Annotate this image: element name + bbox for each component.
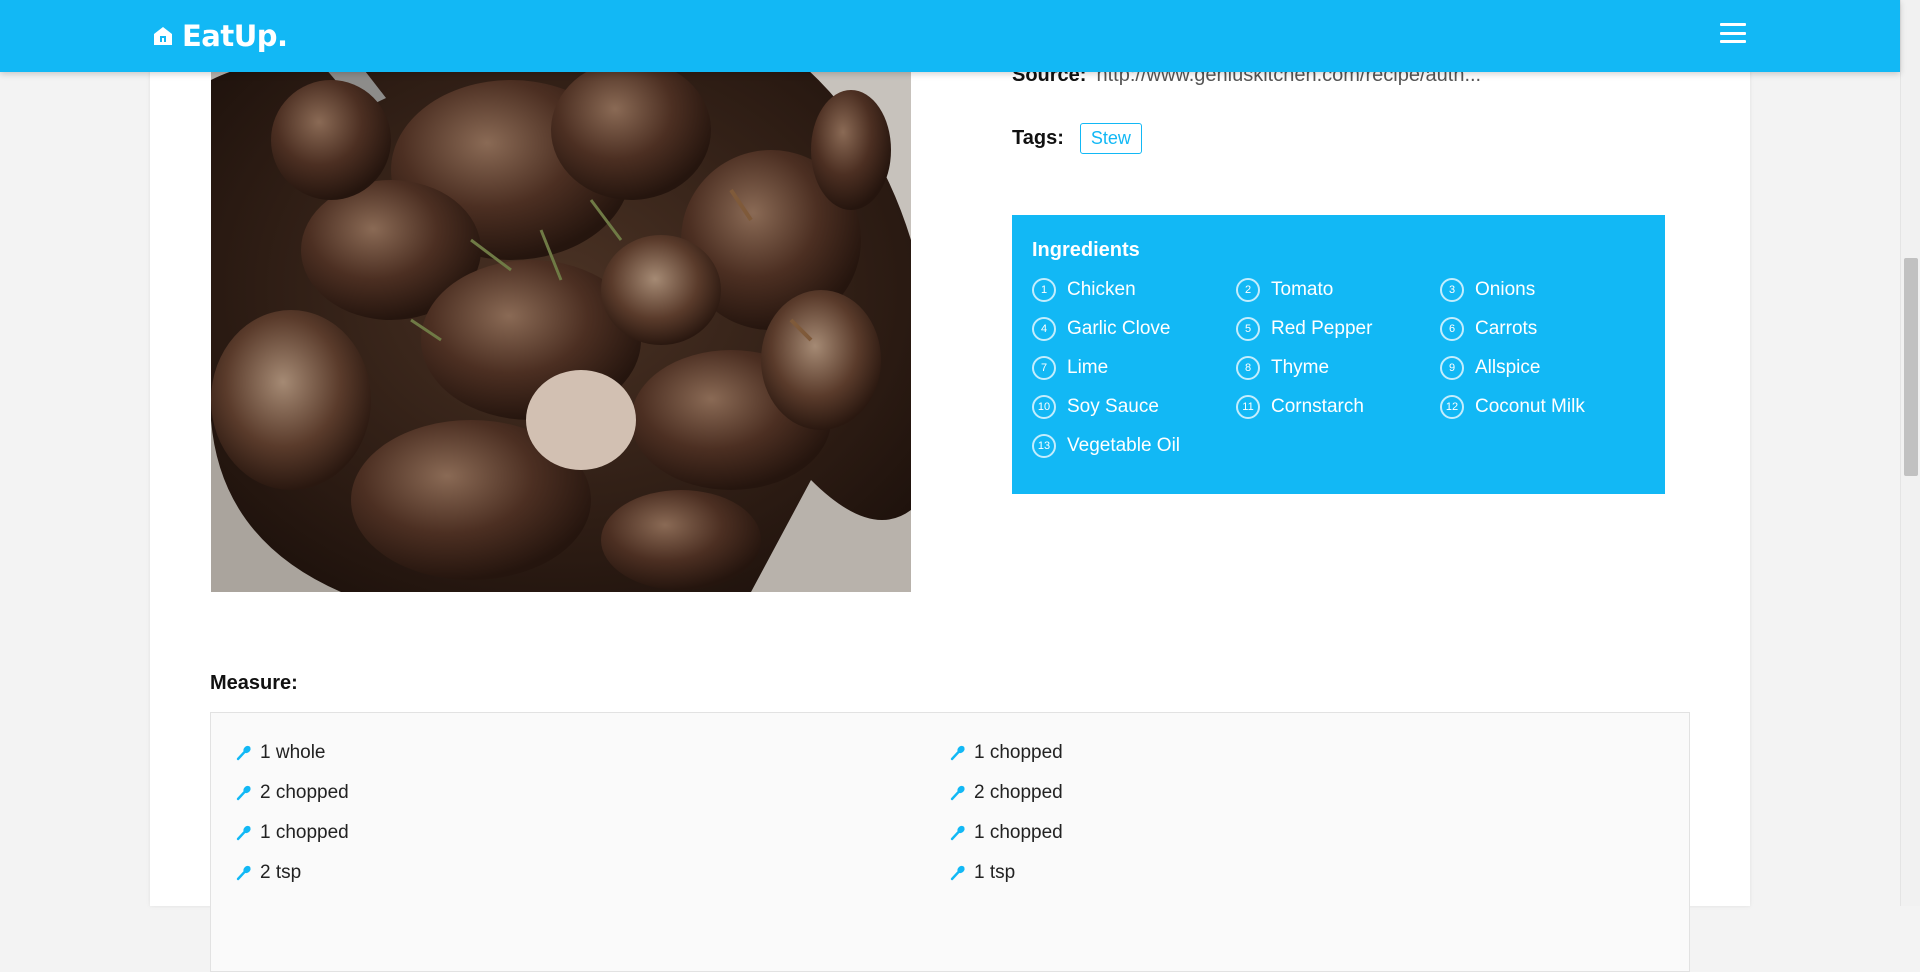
ingredient-number: 9	[1440, 356, 1464, 380]
measure-text: 1 chopped	[974, 742, 1063, 763]
tags-label: Tags:	[1012, 127, 1064, 149]
top-navbar: EatUp.	[0, 0, 1900, 72]
measure-text: 1 whole	[260, 742, 326, 763]
spoon-icon	[236, 785, 251, 801]
measure-item: 2 chopped	[235, 781, 949, 805]
ingredient-name: Tomato	[1271, 279, 1334, 300]
ingredient-item: 12 Coconut Milk	[1440, 395, 1644, 419]
spoon-icon	[950, 825, 965, 841]
ingredient-item: 5 Red Pepper	[1236, 317, 1440, 341]
ingredient-item: 10 Soy Sauce	[1032, 395, 1236, 419]
ingredient-number: 5	[1236, 317, 1260, 341]
ingredient-name: Thyme	[1271, 357, 1330, 378]
measure-item: 1 chopped	[235, 821, 949, 845]
ingredient-number: 7	[1032, 356, 1056, 380]
ingredients-panel: Ingredients 1 Chicken 2 Tomato 3 Onions 4 Ga…	[1012, 215, 1665, 494]
ingredient-item: 8 Thyme	[1236, 356, 1440, 380]
ingredient-number: 1	[1032, 278, 1056, 302]
spoon-icon	[950, 785, 965, 801]
ingredient-number: 6	[1440, 317, 1464, 341]
brand-name: EatUp.	[182, 19, 288, 53]
scrollbar-thumb[interactable]	[1904, 258, 1918, 476]
tags-row: Tags: Stew	[1012, 123, 1142, 154]
home-icon	[154, 27, 172, 45]
measure-text: 1 tsp	[974, 862, 1016, 883]
ingredient-number: 10	[1032, 395, 1056, 419]
ingredient-name: Carrots	[1475, 318, 1538, 339]
ingredient-item: 9 Allspice	[1440, 356, 1644, 380]
measure-text: 2 chopped	[974, 782, 1063, 803]
ingredient-item: 3 Onions	[1440, 278, 1644, 302]
ingredient-number: 3	[1440, 278, 1464, 302]
ingredient-item: 1 Chicken	[1032, 278, 1236, 302]
ingredient-name: Coconut Milk	[1475, 396, 1585, 417]
tag-stew[interactable]: Stew	[1079, 123, 1142, 154]
ingredient-number: 13	[1032, 434, 1056, 458]
measure-text: 1 chopped	[260, 822, 349, 843]
measure-text: 1 chopped	[974, 822, 1063, 843]
ingredient-item: 13 Vegetable Oil	[1032, 434, 1236, 458]
ingredient-name: Lime	[1067, 357, 1109, 378]
spoon-icon	[950, 745, 965, 761]
spoon-icon	[950, 865, 965, 881]
ingredient-item: 11 Cornstarch	[1236, 395, 1440, 419]
ingredient-item: 4 Garlic Clove	[1032, 317, 1236, 341]
ingredient-number: 11	[1236, 395, 1260, 419]
ingredients-list: 1 Chicken 2 Tomato 3 Onions 4 Garlic Clove 5…	[1032, 278, 1645, 458]
ingredient-name: Onions	[1475, 279, 1536, 300]
ingredient-number: 8	[1236, 356, 1260, 380]
ingredients-title: Ingredients	[1032, 239, 1140, 261]
measure-list: 1 whole 1 chopped 2 chopped 2 chopped 1 …	[235, 741, 1663, 885]
recipe-card: Source: http://www.geniuskitchen.com/rec…	[150, 0, 1750, 972]
page-scrollbar[interactable]	[1900, 0, 1920, 906]
hamburger-icon[interactable]	[1718, 20, 1748, 46]
ingredient-number: 4	[1032, 317, 1056, 341]
spoon-icon	[236, 825, 251, 841]
ingredient-name: Red Pepper	[1271, 318, 1373, 339]
measure-item: 1 chopped	[949, 741, 1663, 765]
measure-item: 1 tsp	[949, 861, 1663, 885]
measure-title: Measure:	[210, 672, 298, 694]
ingredient-number: 2	[1236, 278, 1260, 302]
ingredient-item: 7 Lime	[1032, 356, 1236, 380]
ingredient-name: Soy Sauce	[1067, 396, 1159, 417]
measure-item: 2 tsp	[235, 861, 949, 885]
ingredient-name: Garlic Clove	[1067, 318, 1171, 339]
ingredient-item: 2 Tomato	[1236, 278, 1440, 302]
stew-photo-image	[211, 40, 911, 592]
ingredient-name: Vegetable Oil	[1067, 435, 1181, 456]
spoon-icon	[236, 745, 251, 761]
measure-text: 2 chopped	[260, 782, 349, 803]
brand-logo[interactable]: EatUp.	[152, 18, 288, 54]
ingredient-name: Allspice	[1475, 357, 1541, 378]
ingredient-name: Cornstarch	[1271, 396, 1364, 417]
measure-item: 1 chopped	[949, 821, 1663, 845]
ingredient-name: Chicken	[1067, 279, 1136, 300]
ingredient-item: 6 Carrots	[1440, 317, 1644, 341]
measure-panel: 1 whole 1 chopped 2 chopped 2 chopped 1 …	[210, 712, 1690, 972]
recipe-photo	[211, 40, 911, 592]
measure-item: 1 whole	[235, 741, 949, 765]
measure-item: 2 chopped	[949, 781, 1663, 805]
measure-text: 2 tsp	[260, 862, 302, 883]
ingredient-number: 12	[1440, 395, 1464, 419]
spoon-icon	[236, 865, 251, 881]
